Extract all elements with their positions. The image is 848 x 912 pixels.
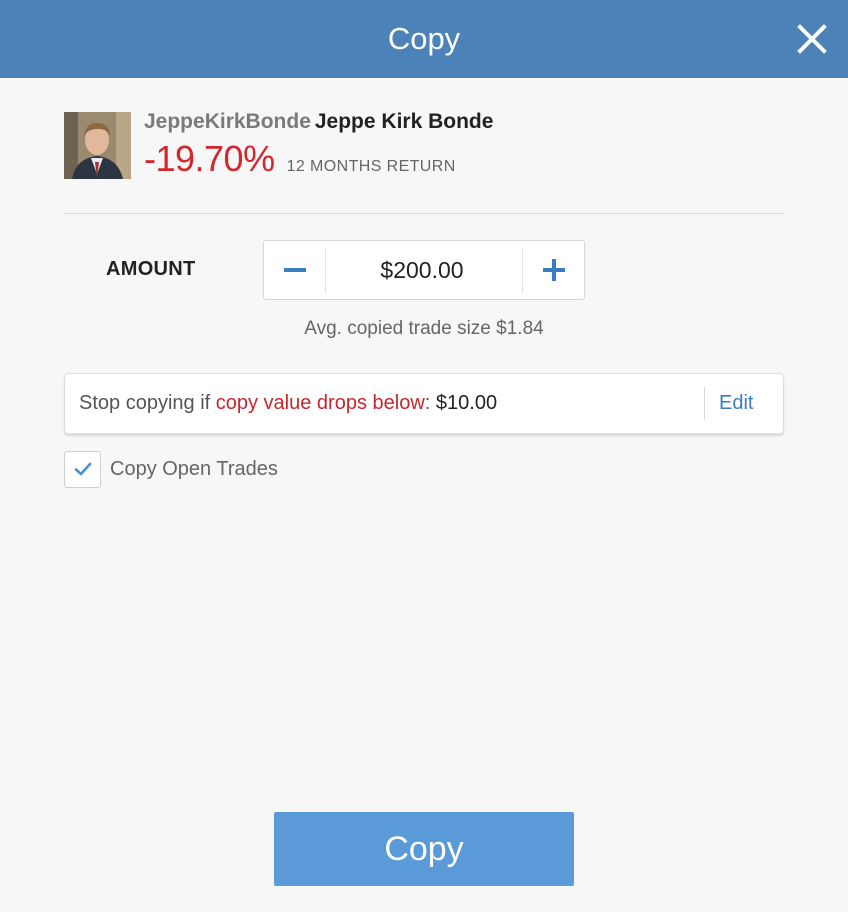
plus-icon [542, 259, 565, 281]
trader-info: JeppeKirkBonde Jeppe Kirk Bonde -19.70% 1… [64, 110, 784, 182]
trader-username[interactable]: JeppeKirkBonde [144, 110, 311, 133]
stop-loss-value: $10.00 [435, 392, 498, 414]
edit-divider [704, 387, 705, 420]
amount-label: AMOUNT [106, 258, 196, 280]
trader-photo [64, 112, 131, 179]
amount-input[interactable]: $200.00 [326, 241, 518, 299]
increase-amount-button[interactable] [522, 247, 584, 293]
close-button[interactable] [796, 23, 828, 55]
copy-open-trades-row: Copy Open Trades [64, 450, 278, 488]
copy-button[interactable]: Copy [274, 812, 574, 886]
minus-icon [283, 268, 306, 272]
stop-loss-separator: : [424, 392, 436, 414]
stop-loss-text: Stop copying if copy value drops below: … [79, 392, 497, 415]
copy-open-trades-label: Copy Open Trades [110, 457, 278, 480]
copy-open-trades-checkbox[interactable] [64, 450, 101, 488]
stop-loss-box: Stop copying if copy value drops below: … [64, 373, 784, 434]
decrease-amount-button[interactable] [264, 247, 326, 293]
avatar[interactable] [64, 112, 131, 179]
amount-stepper: $200.00 [263, 240, 585, 300]
divider [64, 213, 784, 214]
return-row: -19.70% 12 MONTHS RETURN [144, 138, 456, 180]
edit-stop-loss-button[interactable]: Edit [719, 392, 753, 415]
return-label: 12 MONTHS RETURN [286, 158, 456, 175]
avg-trade-size: Avg. copied trade size $1.84 [304, 318, 544, 339]
checkmark-icon [74, 462, 91, 476]
close-icon [797, 24, 827, 54]
stop-loss-prefix: Stop copying if [79, 392, 216, 414]
dialog-header: Copy [0, 0, 848, 78]
trader-full-name: Jeppe Kirk Bonde [314, 110, 494, 133]
stop-loss-link[interactable]: copy value drops below [216, 392, 425, 414]
trader-names: JeppeKirkBonde Jeppe Kirk Bonde [144, 110, 493, 134]
dialog-title: Copy [387, 21, 461, 56]
return-value: -19.70% [144, 138, 275, 179]
